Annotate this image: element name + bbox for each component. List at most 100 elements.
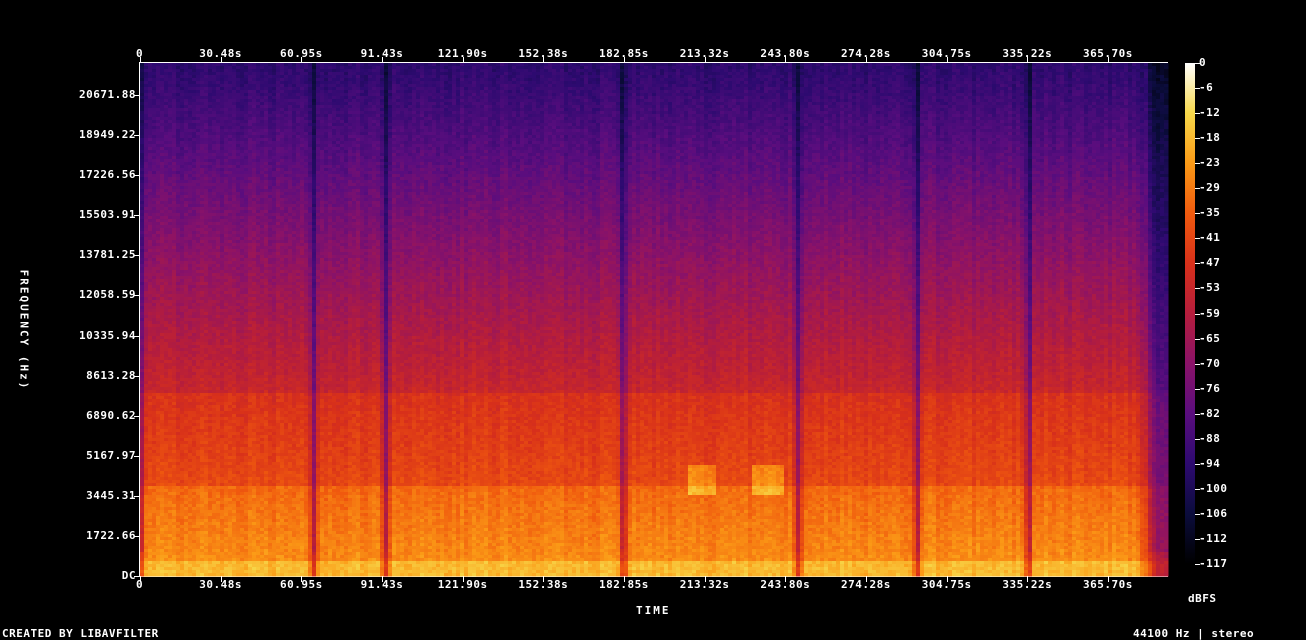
- heatmap-cell: [148, 465, 153, 469]
- heatmap-cell: [176, 84, 181, 88]
- heatmap-cell: [192, 156, 197, 160]
- heatmap-cell: [184, 570, 189, 574]
- heatmap-cell: [164, 417, 169, 421]
- heatmap-cell: [140, 141, 145, 145]
- heatmap-cell: [144, 465, 149, 469]
- heatmap-cell: [140, 570, 145, 574]
- heatmap-cell: [148, 90, 153, 94]
- heatmap-cell: [160, 459, 165, 463]
- heatmap-cell: [188, 165, 193, 169]
- heatmap-cell: [140, 312, 145, 316]
- heatmap-cell: [144, 108, 149, 112]
- heatmap-cell: [192, 279, 197, 283]
- heatmap-cell: [176, 159, 181, 163]
- heatmap-cell: [148, 531, 153, 535]
- heatmap-cell: [152, 522, 157, 526]
- heatmap-cell: [160, 546, 165, 550]
- heatmap-cell: [156, 276, 161, 280]
- heatmap-cell: [172, 324, 177, 328]
- heatmap-cell: [176, 216, 181, 220]
- heatmap-cell: [172, 519, 177, 523]
- heatmap-cell: [180, 441, 185, 445]
- heatmap-cell: [176, 522, 181, 526]
- heatmap-cell: [172, 321, 177, 325]
- heatmap-cell: [160, 144, 165, 148]
- heatmap-cell: [140, 522, 145, 526]
- heatmap-cell: [144, 453, 149, 457]
- heatmap-cell: [148, 480, 153, 484]
- heatmap-cell: [180, 477, 185, 481]
- heatmap-cell: [140, 246, 145, 250]
- heatmap-cell: [168, 96, 173, 100]
- heatmap-cell: [196, 153, 201, 157]
- heatmap-cell: [188, 510, 193, 514]
- heatmap-cell: [192, 195, 197, 199]
- heatmap-cell: [188, 345, 193, 349]
- heatmap-cell: [172, 66, 177, 70]
- heatmap-cell: [180, 501, 185, 505]
- heatmap-cell: [140, 267, 145, 271]
- heatmap-cell: [180, 192, 185, 196]
- heatmap-cell: [192, 288, 197, 292]
- heatmap-cell: [168, 534, 173, 538]
- heatmap-cell: [176, 192, 181, 196]
- heatmap-cell: [184, 246, 189, 250]
- heatmap-cell: [140, 438, 145, 442]
- heatmap-cell: [180, 204, 185, 208]
- heatmap-cell: [140, 327, 145, 331]
- heatmap-cell: [172, 384, 177, 388]
- heatmap-cell: [164, 546, 169, 550]
- heatmap-cell: [148, 570, 153, 574]
- heatmap-cell: [140, 459, 145, 463]
- heatmap-cell: [180, 384, 185, 388]
- heatmap-cell: [144, 306, 149, 310]
- heatmap-cell: [192, 420, 197, 424]
- heatmap-cell: [176, 507, 181, 511]
- heatmap-cell: [188, 252, 193, 256]
- heatmap-cell: [160, 486, 165, 490]
- heatmap-cell: [140, 72, 145, 76]
- heatmap-cell: [168, 414, 173, 418]
- heatmap-cell: [172, 369, 177, 373]
- heatmap-cell: [168, 372, 173, 376]
- heatmap-cell: [184, 258, 189, 262]
- heatmap-cell: [160, 201, 165, 205]
- heatmap-cell: [168, 285, 173, 289]
- heatmap-cell: [152, 480, 157, 484]
- heatmap-cell: [156, 84, 161, 88]
- heatmap-cell: [180, 138, 185, 142]
- heatmap-cell: [184, 525, 189, 529]
- heatmap-cell: [180, 156, 185, 160]
- heatmap-cell: [168, 447, 173, 451]
- heatmap-cell: [192, 534, 197, 538]
- heatmap-cell: [156, 474, 161, 478]
- heatmap-cell: [180, 342, 185, 346]
- heatmap-cell: [192, 315, 197, 319]
- heatmap-cell: [148, 192, 153, 196]
- heatmap-cell: [172, 498, 177, 502]
- heatmap-cell: [188, 96, 193, 100]
- heatmap-cell: [192, 222, 197, 226]
- heatmap-cell: [160, 66, 165, 70]
- heatmap-cell: [184, 165, 189, 169]
- heatmap-cell: [144, 321, 149, 325]
- heatmap-cell: [172, 417, 177, 421]
- heatmap-cell: [192, 132, 197, 136]
- heatmap-cell: [168, 132, 173, 136]
- heatmap-cell: [172, 318, 177, 322]
- heatmap-cell: [140, 330, 145, 334]
- heatmap-cell: [144, 303, 149, 307]
- heatmap-cell: [140, 258, 145, 262]
- heatmap-cell: [160, 402, 165, 406]
- heatmap-cell: [176, 297, 181, 301]
- heatmap-cell: [160, 309, 165, 313]
- heatmap-cell: [160, 150, 165, 154]
- heatmap-cell: [152, 420, 157, 424]
- heatmap-cell: [176, 444, 181, 448]
- heatmap-cell: [148, 447, 153, 451]
- heatmap-cell: [176, 162, 181, 166]
- heatmap-cell: [168, 564, 173, 568]
- heatmap-cell: [172, 537, 177, 541]
- heatmap-cell: [180, 489, 185, 493]
- heatmap-cell: [152, 114, 157, 118]
